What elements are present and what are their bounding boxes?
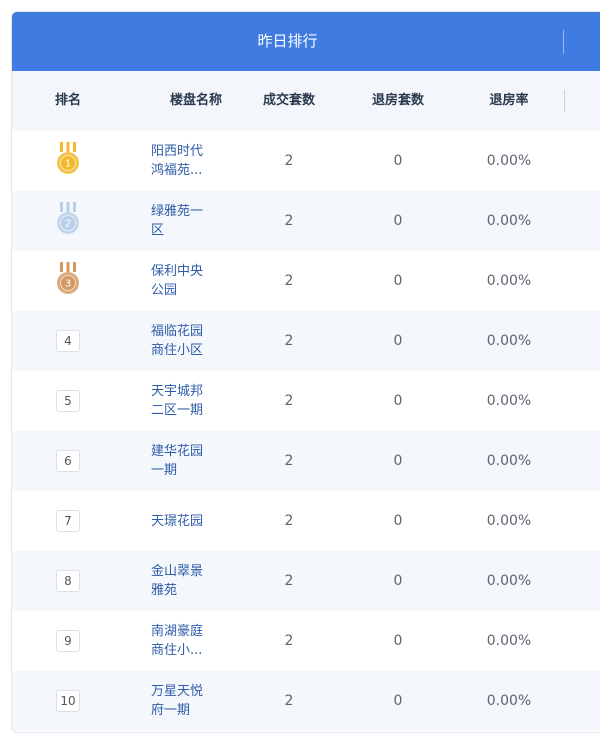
table-header: 排名 楼盘名称 成交套数 退房套数 退房率 (12, 71, 600, 131)
project-name-cell: 阳西时代鸿福苑... (151, 131, 241, 191)
panel-header: 昨日排行 (12, 12, 600, 71)
rank-badge: 7 (56, 510, 80, 532)
project-name-cell: 建华花园一期 (151, 431, 241, 491)
table-row[interactable]: 7 天璟花园 2 0 0.00% (12, 491, 600, 551)
rank-badge: 4 (56, 330, 80, 352)
rank-cell: 2 (40, 191, 96, 251)
ranking-panel: 昨日排行 排名 楼盘名称 成交套数 退房套数 退房率 1 阳西时代鸿福苑... 2 0… (11, 11, 600, 733)
column-header-rank: 排名 (54, 93, 81, 108)
return-rate: 0.00% (486, 453, 532, 469)
table-row[interactable]: 1 阳西时代鸿福苑... 2 0 0.00% (12, 131, 600, 191)
deals-count: 2 (284, 513, 294, 529)
returns-count: 0 (393, 453, 403, 469)
project-name-link[interactable]: 保利中央公园 (151, 262, 213, 300)
deals-count: 2 (284, 633, 294, 649)
return-rate: 0.00% (486, 273, 532, 289)
returns-count: 0 (393, 153, 403, 169)
return-rate: 0.00% (486, 573, 532, 589)
returns-count: 0 (393, 213, 403, 229)
return-rate: 0.00% (486, 693, 532, 709)
table-row[interactable]: 5 天宇城邦二区一期 2 0 0.00% (12, 371, 600, 431)
return-rate: 0.00% (486, 393, 532, 409)
table-body: 1 阳西时代鸿福苑... 2 0 0.00% 2 绿雅苑一区 2 0 0.00% 3 保利中央公园 2 0… (12, 131, 600, 731)
returns-count: 0 (393, 693, 403, 709)
returns-count: 0 (393, 633, 403, 649)
project-name-link[interactable]: 福临花园商住小区 (151, 322, 213, 360)
returns-count: 0 (393, 573, 403, 589)
table-row[interactable]: 10 万星天悦府一期 2 0 0.00% (12, 671, 600, 731)
bronze-medal-icon: 3 (54, 261, 82, 301)
return-rate: 0.00% (486, 513, 532, 529)
rank-cell: 10 (40, 671, 96, 731)
rank-badge: 10 (56, 690, 80, 712)
table-row[interactable]: 9 南湖豪庭商住小... 2 0 0.00% (12, 611, 600, 671)
rank-badge: 5 (56, 390, 80, 412)
rank-cell: 3 (40, 251, 96, 311)
rank-cell: 9 (40, 611, 96, 671)
medal-rank-number: 2 (65, 219, 71, 230)
deals-count: 2 (284, 393, 294, 409)
project-name-link[interactable]: 天宇城邦二区一期 (151, 382, 213, 420)
project-name-link[interactable]: 天璟花园 (151, 512, 213, 531)
deals-count: 2 (284, 153, 294, 169)
rank-badge: 9 (56, 630, 80, 652)
project-name-link[interactable]: 金山翠景雅苑 (151, 562, 213, 600)
project-name-link[interactable]: 绿雅苑一区 (151, 202, 213, 240)
deals-count: 2 (284, 693, 294, 709)
return-rate: 0.00% (486, 333, 532, 349)
table-row[interactable]: 2 绿雅苑一区 2 0 0.00% (12, 191, 600, 251)
project-name-cell: 万星天悦府一期 (151, 671, 241, 731)
deals-count: 2 (284, 453, 294, 469)
rank-cell: 6 (40, 431, 96, 491)
return-rate: 0.00% (486, 153, 532, 169)
deals-count: 2 (284, 213, 294, 229)
return-rate: 0.00% (486, 213, 532, 229)
silver-medal-icon: 2 (54, 201, 82, 241)
rank-badge: 8 (56, 570, 80, 592)
deals-count: 2 (284, 333, 294, 349)
project-name-link[interactable]: 南湖豪庭商住小... (151, 622, 213, 660)
column-header-name: 楼盘名称 (169, 93, 222, 108)
project-name-link[interactable]: 阳西时代鸿福苑... (151, 142, 213, 180)
project-name-cell: 保利中央公园 (151, 251, 241, 311)
table-row[interactable]: 8 金山翠景雅苑 2 0 0.00% (12, 551, 600, 611)
project-name-cell: 福临花园商住小区 (151, 311, 241, 371)
table-row[interactable]: 4 福临花园商住小区 2 0 0.00% (12, 311, 600, 371)
project-name-cell: 金山翠景雅苑 (151, 551, 241, 611)
project-name-cell: 天璟花园 (151, 491, 241, 551)
project-name-link[interactable]: 建华花园一期 (151, 442, 213, 480)
column-header-returns: 退房套数 (371, 93, 424, 108)
column-divider (564, 90, 565, 112)
rank-cell: 5 (40, 371, 96, 431)
table-row[interactable]: 3 保利中央公园 2 0 0.00% (12, 251, 600, 311)
return-rate: 0.00% (486, 633, 532, 649)
rank-cell: 4 (40, 311, 96, 371)
rank-cell: 8 (40, 551, 96, 611)
returns-count: 0 (393, 273, 403, 289)
project-name-cell: 绿雅苑一区 (151, 191, 241, 251)
returns-count: 0 (393, 333, 403, 349)
deals-count: 2 (284, 273, 294, 289)
project-name-cell: 天宇城邦二区一期 (151, 371, 241, 431)
returns-count: 0 (393, 513, 403, 529)
medal-rank-number: 3 (65, 279, 71, 290)
rank-cell: 7 (40, 491, 96, 551)
deals-count: 2 (284, 573, 294, 589)
project-name-link[interactable]: 万星天悦府一期 (151, 682, 213, 720)
rank-cell: 1 (40, 131, 96, 191)
panel-title: 昨日排行 (257, 32, 318, 50)
medal-rank-number: 1 (65, 159, 71, 170)
header-divider (563, 30, 564, 54)
column-header-deals: 成交套数 (262, 93, 315, 108)
table-row[interactable]: 6 建华花园一期 2 0 0.00% (12, 431, 600, 491)
returns-count: 0 (393, 393, 403, 409)
gold-medal-icon: 1 (54, 141, 82, 181)
project-name-cell: 南湖豪庭商住小... (151, 611, 241, 671)
column-header-return-rate: 退房率 (489, 93, 529, 108)
rank-badge: 6 (56, 450, 80, 472)
